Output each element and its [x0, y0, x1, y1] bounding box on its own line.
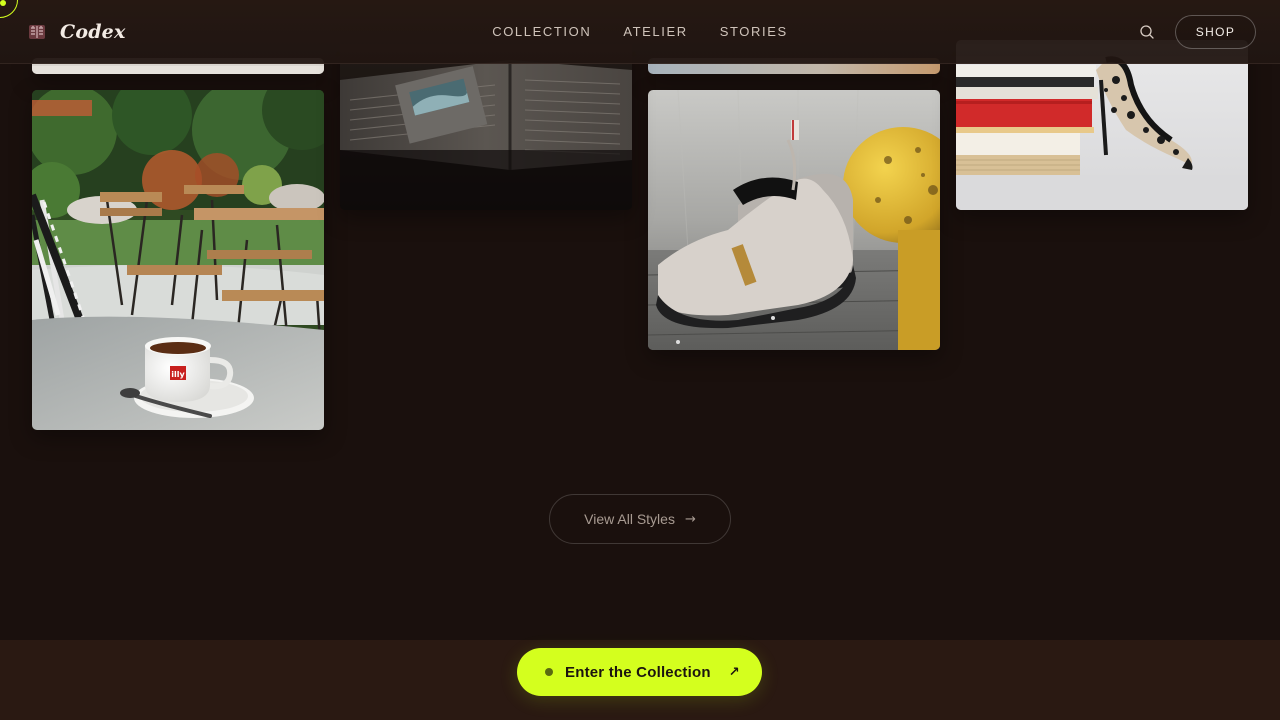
gallery-card-cafe-espresso[interactable]: illy	[32, 90, 324, 430]
gallery-card-heels-on-books[interactable]	[956, 40, 1248, 210]
main-nav: COLLECTION ATELIER STORIES	[0, 24, 1280, 39]
search-icon[interactable]	[1138, 23, 1156, 41]
arrow-up-right-icon: ↗	[728, 664, 740, 680]
heels-books-image	[956, 40, 1248, 210]
status-dot-icon	[545, 668, 553, 676]
suede-shoes-image	[648, 90, 940, 350]
arrow-right-icon: →	[684, 511, 696, 527]
site-header: Codex COLLECTION ATELIER STORIES SHOP	[0, 0, 1280, 64]
gallery-card-suede-shoes[interactable]	[648, 90, 940, 350]
nav-item-atelier[interactable]: ATELIER	[623, 24, 687, 39]
view-all-label: View All Styles	[584, 511, 675, 527]
shop-button[interactable]: SHOP	[1175, 15, 1256, 49]
cafe-espresso-image: illy	[32, 90, 324, 430]
view-all-styles-button[interactable]: View All Styles →	[549, 494, 731, 544]
gallery-card-open-book[interactable]	[340, 40, 632, 210]
nav-item-stories[interactable]: STORIES	[720, 24, 788, 39]
open-book-image	[340, 40, 632, 210]
svg-text:illy: illy	[171, 370, 185, 379]
nav-item-collection[interactable]: COLLECTION	[492, 24, 591, 39]
enter-collection-label: Enter the Collection	[565, 663, 711, 681]
enter-collection-button[interactable]: Enter the Collection ↗	[517, 648, 762, 696]
